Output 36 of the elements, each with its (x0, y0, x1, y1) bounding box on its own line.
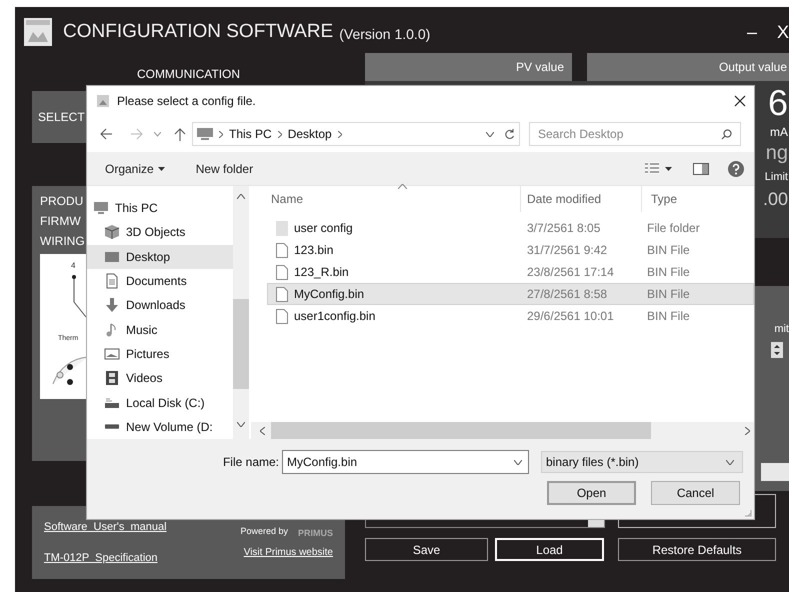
section-heading: COMMUNICATION (136, 66, 240, 83)
pv-label: PV value (516, 59, 564, 76)
product-info-label: WIRING (40, 233, 85, 250)
file-name: user config (294, 220, 353, 237)
output-reading: 6 (768, 83, 788, 123)
file-type: BIN File (646, 242, 690, 259)
powered-by-label: Powered by (240, 525, 288, 538)
terminal-number: 4 (71, 260, 76, 272)
file-name-label: File name: (222, 454, 279, 471)
unit-label: mA (770, 124, 788, 141)
file-date: 31/7/2561 9:42 (526, 242, 608, 259)
file-type: BIN File (646, 286, 690, 303)
version-label: (Version 1.0.0) (339, 24, 430, 44)
file-date: 23/8/2561 17:14 (526, 264, 615, 281)
file-type: File folder (646, 220, 700, 237)
file-name: user1config.bin (294, 308, 376, 325)
file-date: 29/6/2561 10:01 (526, 308, 615, 325)
search-placeholder: Search Desktop (538, 126, 624, 143)
limit-label: mit (774, 322, 789, 337)
file-name: 123.bin (294, 242, 334, 259)
output-label: Output value (718, 59, 787, 76)
limit-value: .00 (762, 188, 788, 210)
file-date: 27/8/2561 8:58 (526, 286, 608, 303)
window-title: CONFIGURATION SOFTWARE (63, 20, 334, 44)
select-label: SELECT (38, 109, 85, 126)
status-text: ng (766, 141, 788, 165)
product-info-label: PRODU (40, 193, 84, 210)
limit-label: Limit (764, 170, 788, 185)
file-type: BIN File (646, 264, 690, 281)
file-type: BIN File (646, 308, 690, 325)
brand-logo: PRIMUS (298, 527, 333, 540)
product-info-label: FIRMW (40, 213, 81, 230)
file-name: 123_R.bin (294, 264, 349, 281)
file-date: 3/7/2561 8:05 (526, 220, 602, 237)
file-name: MyConfig.bin (294, 286, 364, 303)
dialog-title: Please select a config file. (117, 93, 256, 110)
